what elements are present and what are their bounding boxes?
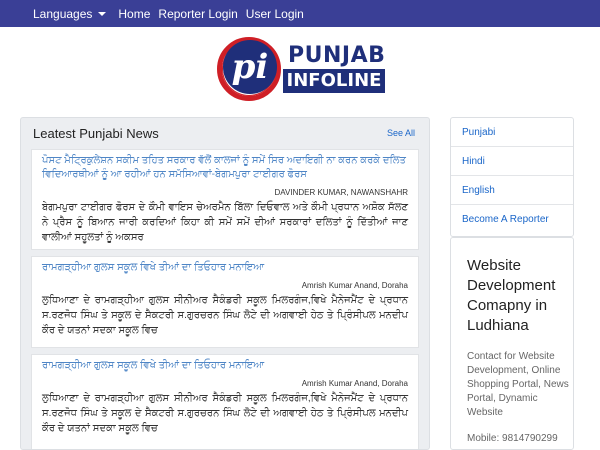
logo-bottom-text: INFOLINE <box>283 69 385 93</box>
user-login-link[interactable]: User Login <box>246 7 304 21</box>
languages-label: Languages <box>33 6 93 21</box>
ad-description: Contact for Website Development, Online … <box>467 351 569 418</box>
ad-title: Website Development Comapny in Ludhiana <box>467 257 556 334</box>
ad-panel: Website Development Comapny in Ludhiana … <box>450 237 574 450</box>
news-item-author: DAVINDER KUMAR, NAWANSHAHR <box>274 188 409 197</box>
sidebar-item-become-reporter[interactable]: Become A Reporter <box>451 205 573 234</box>
news-item-author: Amrish Kumar Anand, Doraha <box>301 379 408 388</box>
caret-down-icon <box>98 11 107 16</box>
sidebar-item-english[interactable]: English <box>451 176 573 205</box>
language-sidebar: Punjabi Hindi English Become A Reporter <box>450 117 574 237</box>
latest-news-panel: Leatest Punjabi News See All ਪੋਸਟ ਮੈਟ੍ਰਿ… <box>20 117 430 450</box>
news-item-title[interactable]: ਪੋਸਟ ਮੈਟ੍ਰਿਕੁਲੇਸ਼ਨ ਸਕੀਮ ਤਹਿਤ ਸਰਕਾਰ ਵੱਲੋਂ… <box>42 154 408 182</box>
news-item-text: ਬੇਗਮਪੁਰਾ ਟਾਈਗਰ ਫੋਰਸ ਦੇ ਕੌਮੀ ਵਾਇਸ ਚੇਅਰਮੈਨ… <box>42 202 408 243</box>
home-link[interactable]: Home <box>118 7 150 21</box>
ad-mobile: Mobile: 9814790299 <box>467 433 558 444</box>
sidebar-item-hindi[interactable]: Hindi <box>451 147 573 176</box>
sidebar-item-punjabi[interactable]: Punjabi <box>451 118 573 147</box>
see-all-link[interactable]: See All <box>387 128 415 138</box>
site-logo[interactable]: pi PUNJAB INFOLINE <box>217 36 391 104</box>
news-item-title[interactable]: ਰਾਮਗੜ੍ਹੀਆ ਗੁਲਸ ਸਕੂਲ ਵਿਖੇ ਤੀਆਂ ਦਾ ਤਿਓਹਾਰ … <box>42 261 408 275</box>
news-item: ਰਾਮਗੜ੍ਹੀਆ ਗੁਲਸ ਸਕੂਲ ਵਿਖੇ ਤੀਆਂ ਦਾ ਤਿਓਹਾਰ … <box>31 354 419 449</box>
languages-dropdown[interactable]: Languages <box>33 6 107 21</box>
reporter-login-link[interactable]: Reporter Login <box>158 7 237 21</box>
news-item-title[interactable]: ਰਾਮਗੜ੍ਹੀਆ ਗੁਲਸ ਸਕੂਲ ਵਿਖੇ ਤੀਆਂ ਦਾ ਤਿਓਹਾਰ … <box>42 359 408 373</box>
logo-pi-mark: pi <box>223 40 277 94</box>
news-item: ਪੋਸਟ ਮੈਟ੍ਰਿਕੁਲੇਸ਼ਨ ਸਕੀਮ ਤਹਿਤ ਸਰਕਾਰ ਵੱਲੋਂ… <box>31 149 419 250</box>
logo-top-text: PUNJAB <box>283 44 391 68</box>
news-panel-header: Leatest Punjabi News See All <box>21 118 429 148</box>
top-navbar: Languages Home Reporter Login User Login <box>0 0 600 27</box>
news-item-text: ਲੁਧਿਆਣਾ ਦੇ ਰਾਮਗੜ੍ਹੀਆ ਗੁਲਸ ਸੀਨੀਅਰ ਸੈਕੰਡਰੀ… <box>42 393 408 434</box>
news-panel-title: Leatest Punjabi News <box>33 125 159 141</box>
news-item: ਰਾਮਗੜ੍ਹੀਆ ਗੁਲਸ ਸਕੂਲ ਵਿਖੇ ਤੀਆਂ ਦਾ ਤਿਓਹਾਰ … <box>31 256 419 348</box>
news-item-author: Amrish Kumar Anand, Doraha <box>301 281 408 290</box>
news-item-text: ਲੁਧਿਆਣਾ ਦੇ ਰਾਮਗੜ੍ਹੀਆ ਗੁਲਸ ਸੀਨੀਅਰ ਸੈਕੰਡਰੀ… <box>42 295 408 336</box>
